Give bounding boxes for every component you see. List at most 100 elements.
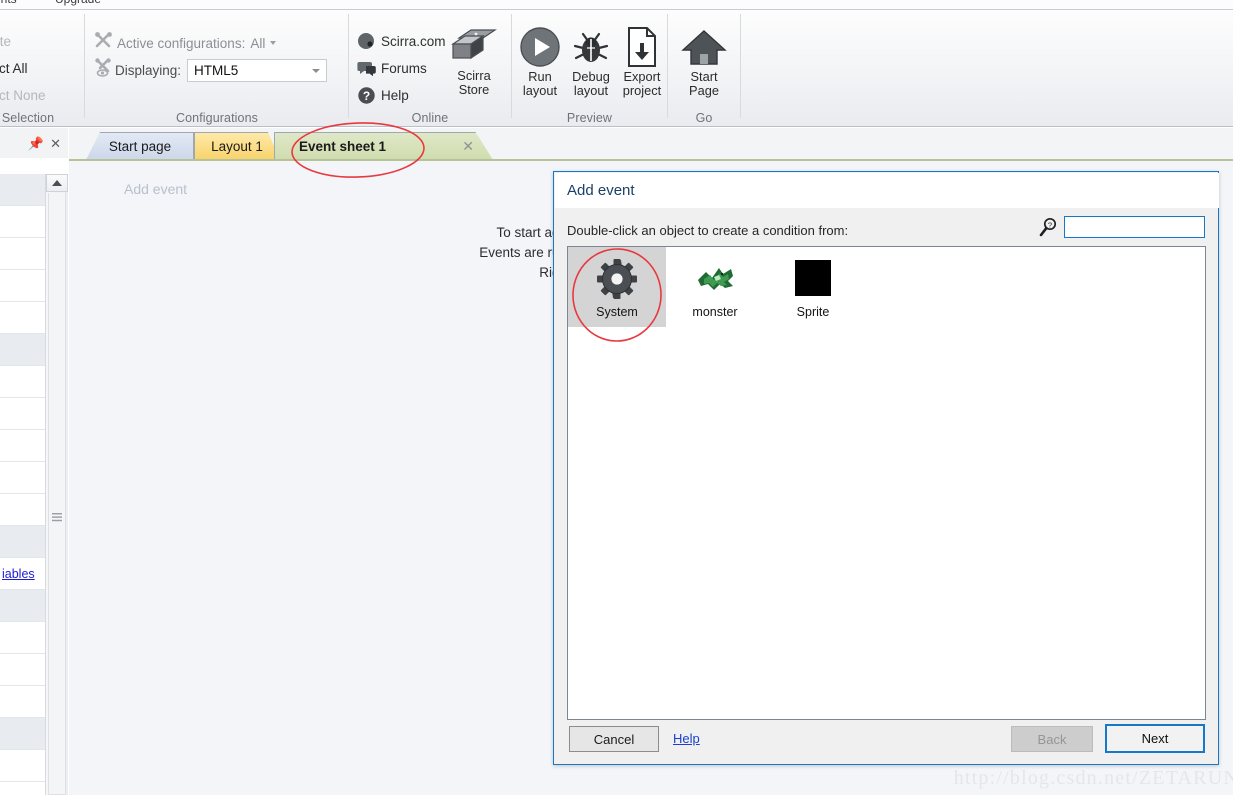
scrollbar-grip[interactable] <box>52 513 62 523</box>
menu-upgrade[interactable]: Upgrade <box>55 0 101 6</box>
chevron-down-icon[interactable] <box>312 68 321 73</box>
properties-scrollbar[interactable] <box>45 174 68 795</box>
list-item[interactable] <box>0 526 45 558</box>
export-project-label-1: Export <box>623 69 661 84</box>
properties-list[interactable]: iables <box>0 174 45 795</box>
tab-start-page-label: Start page <box>108 139 172 154</box>
list-item[interactable] <box>0 686 45 718</box>
select-all-button[interactable]: Select All <box>0 61 28 76</box>
ribbon-toolbar: Delete Select All Select None Selection <box>0 9 1233 127</box>
scroll-up-button[interactable] <box>46 174 68 192</box>
add-event-link[interactable]: Add event <box>124 181 187 197</box>
dialog-footer: Cancel Help Back Next <box>554 718 1218 764</box>
dialog-titlebar: Add event <box>555 173 1219 208</box>
list-item[interactable] <box>0 622 45 654</box>
menu-events-truncated[interactable]: ents <box>0 0 17 6</box>
scrollbar-trough[interactable] <box>48 193 66 795</box>
list-item[interactable] <box>0 462 45 494</box>
object-search[interactable]: ? <box>1038 216 1205 238</box>
ribbon-group-online-label: Online <box>411 111 449 125</box>
tab-event-sheet-1[interactable]: Event sheet 1 ✕ <box>274 132 493 160</box>
svg-text:?: ? <box>1048 220 1052 229</box>
wrench-screwdriver-icon <box>94 31 113 55</box>
play-circle-icon <box>519 24 561 70</box>
dialog-title: Add event <box>567 182 635 199</box>
start-page-label-1: Start <box>690 69 718 84</box>
run-layout-label-2: layout <box>522 83 558 98</box>
list-item[interactable] <box>0 302 45 334</box>
menu-bar: ents Upgrade <box>0 0 1233 9</box>
tab-start-page[interactable]: Start page <box>86 132 194 160</box>
displaying-row[interactable]: Displaying: HTML5 <box>94 58 328 82</box>
monster-sprite-icon <box>692 255 738 303</box>
event-sheet-hint-text: To start add Events are run Righ <box>69 223 567 283</box>
question-mark-icon: ? <box>357 86 376 105</box>
object-item-system[interactable]: System <box>568 247 666 327</box>
scirra-logo-icon <box>357 32 376 51</box>
ribbon-group-go-label: Go <box>695 111 713 125</box>
run-layout-button[interactable]: Run layout <box>515 24 565 98</box>
chevron-down-icon[interactable] <box>270 41 277 45</box>
list-item[interactable] <box>0 366 45 398</box>
debug-layout-button[interactable]: Debug layout <box>566 24 616 98</box>
object-item-monster[interactable]: monster <box>666 247 764 327</box>
list-item[interactable] <box>0 430 45 462</box>
debug-layout-label-2: layout <box>573 83 609 98</box>
list-item[interactable] <box>0 654 45 686</box>
list-item[interactable] <box>0 206 45 238</box>
list-item[interactable] <box>0 750 45 782</box>
active-configurations-value[interactable]: All <box>250 36 265 51</box>
start-page-button[interactable]: Start Page <box>679 24 729 98</box>
list-item[interactable] <box>0 398 45 430</box>
close-icon[interactable]: ✕ <box>462 138 474 155</box>
list-item[interactable] <box>0 590 45 622</box>
help-link[interactable]: Help <box>673 731 700 746</box>
export-project-label-2: project <box>622 83 662 98</box>
properties-panel: 📌 ✕ iables <box>0 128 68 795</box>
help-label: Help <box>381 88 409 103</box>
ribbon-divider <box>740 14 741 118</box>
construct2-window: ents Upgrade Delete Select All Select No… <box>0 0 1233 795</box>
export-project-button[interactable]: Export project <box>617 24 667 98</box>
active-configurations-row[interactable]: Active configurations: All <box>94 31 277 55</box>
bug-icon <box>569 24 613 70</box>
select-none-button[interactable]: Select None <box>0 88 46 103</box>
list-item[interactable] <box>0 174 45 206</box>
add-global-variables-link[interactable]: iables <box>0 558 45 590</box>
list-item[interactable] <box>0 782 45 795</box>
ribbon-group-configurations-label: Configurations <box>175 111 258 125</box>
scirra-com-link[interactable]: Scirra.com <box>357 32 446 51</box>
scirra-com-label: Scirra.com <box>381 34 446 49</box>
ribbon-group-selection-label: Selection <box>1 111 55 125</box>
watermark: http://blog.csdn.net/ZETARUN <box>953 767 1233 789</box>
pin-icon[interactable]: 📌 <box>28 136 44 152</box>
scirra-store-button[interactable]: Scirra Store <box>441 24 507 97</box>
add-event-dialog: Add event Double-click an object to crea… <box>553 171 1219 765</box>
next-button[interactable]: Next <box>1105 724 1205 753</box>
black-square-sprite-icon <box>793 255 833 303</box>
object-item-sprite[interactable]: Sprite <box>764 247 862 327</box>
gear-icon <box>595 255 639 303</box>
tab-layout-1-label: Layout 1 <box>211 139 263 154</box>
list-item[interactable] <box>0 494 45 526</box>
cancel-button[interactable]: Cancel <box>569 726 659 752</box>
object-item-system-label: System <box>596 305 638 319</box>
ribbon-group-preview-label: Preview <box>566 111 613 125</box>
list-item[interactable] <box>0 238 45 270</box>
tab-event-sheet-1-label: Event sheet 1 <box>299 139 387 154</box>
list-item[interactable] <box>0 718 45 750</box>
home-icon <box>681 24 727 70</box>
ribbon-group-online: Scirra.com Forums ? Help Scirra Store On… <box>349 10 511 128</box>
list-item[interactable] <box>0 334 45 366</box>
object-list-pane[interactable]: System monster Sprite <box>567 246 1206 720</box>
tab-layout-1[interactable]: Layout 1 <box>194 132 280 160</box>
delete-button[interactable]: Delete <box>0 34 11 49</box>
list-item[interactable] <box>0 270 45 302</box>
close-icon[interactable]: ✕ <box>50 136 61 152</box>
displaying-combobox[interactable]: HTML5 <box>187 58 328 82</box>
help-link[interactable]: ? Help <box>357 86 409 105</box>
forums-link[interactable]: Forums <box>357 59 427 78</box>
object-grid: System monster Sprite <box>568 247 862 327</box>
ribbon-divider <box>84 14 85 118</box>
search-input[interactable] <box>1064 216 1205 238</box>
